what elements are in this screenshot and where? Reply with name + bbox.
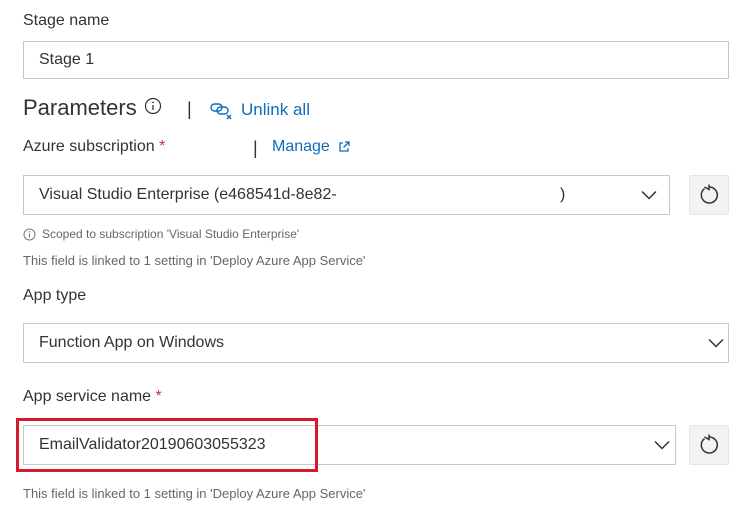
parameters-heading: Parameters bbox=[23, 95, 137, 120]
unlink-all-label: Unlink all bbox=[241, 100, 310, 119]
app-service-name-select[interactable]: EmailValidator20190603055323 bbox=[23, 425, 676, 465]
azure-subscription-select[interactable]: Visual Studio Enterprise (e468541d-8e82-… bbox=[23, 175, 670, 215]
azure-subscription-value: Visual Studio Enterprise (e468541d-8e82-… bbox=[39, 186, 641, 204]
external-link-icon bbox=[338, 141, 350, 153]
scope-note-text: Scoped to subscription 'Visual Studio En… bbox=[42, 227, 300, 241]
app-type-value: Function App on Windows bbox=[39, 334, 224, 351]
manage-link[interactable]: Manage bbox=[272, 138, 350, 156]
unlink-all-button[interactable]: Unlink all bbox=[209, 100, 310, 120]
chevron-down-icon bbox=[654, 437, 670, 453]
refresh-icon bbox=[698, 184, 720, 206]
subscription-separator: | bbox=[253, 138, 258, 158]
chevron-down-icon bbox=[708, 335, 724, 351]
required-marker: * bbox=[159, 138, 166, 155]
parameters-separator: | bbox=[187, 99, 192, 119]
stage-name-value: Stage 1 bbox=[39, 51, 95, 68]
app-service-name-label-text: App service name bbox=[23, 388, 152, 405]
info-small-icon bbox=[23, 228, 36, 241]
info-icon[interactable] bbox=[144, 97, 162, 115]
stage-name-input[interactable]: Stage 1 bbox=[23, 41, 729, 79]
chevron-down-icon bbox=[641, 187, 657, 203]
app-type-label: App type bbox=[23, 287, 87, 304]
required-marker: * bbox=[155, 388, 162, 405]
azure-subscription-value-tail: ) bbox=[560, 186, 566, 203]
stage-name-label: Stage name bbox=[23, 12, 110, 29]
manage-label: Manage bbox=[272, 138, 330, 155]
app-service-linked-note: This field is linked to 1 setting in 'De… bbox=[23, 486, 366, 501]
refresh-icon bbox=[698, 434, 720, 456]
subscription-linked-note: This field is linked to 1 setting in 'De… bbox=[23, 253, 366, 268]
scope-note: Scoped to subscription 'Visual Studio En… bbox=[23, 227, 299, 241]
app-service-name-label: App service name * bbox=[23, 388, 162, 406]
refresh-subscription-button[interactable] bbox=[689, 175, 729, 215]
refresh-app-service-button[interactable] bbox=[689, 425, 729, 465]
azure-subscription-value-text: Visual Studio Enterprise (e468541d-8e82- bbox=[39, 186, 337, 203]
unlink-icon bbox=[209, 100, 233, 120]
app-type-select[interactable]: Function App on Windows bbox=[23, 323, 729, 363]
app-service-name-value: EmailValidator20190603055323 bbox=[39, 436, 266, 453]
azure-subscription-label: Azure subscription * bbox=[23, 138, 165, 156]
azure-subscription-label-text: Azure subscription bbox=[23, 138, 155, 155]
